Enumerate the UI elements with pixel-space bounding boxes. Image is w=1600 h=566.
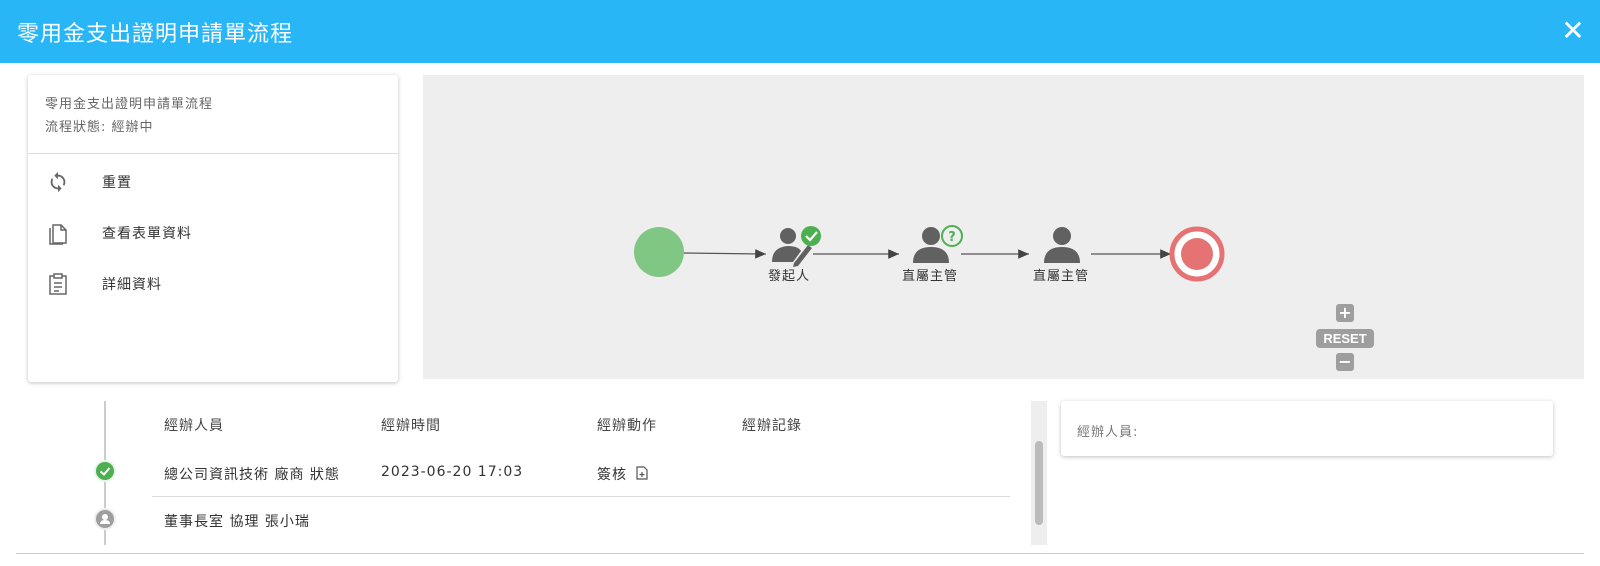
zoom-out-button[interactable]: − bbox=[1336, 353, 1354, 371]
svg-text:?: ? bbox=[948, 230, 956, 245]
history-row-handler: 總公司資訊技術 廠商 狀態 bbox=[164, 467, 340, 483]
handler-panel: 經辦人員: bbox=[1061, 401, 1553, 456]
user-edit-icon bbox=[772, 226, 821, 267]
handler-label: 經辦人員: bbox=[1077, 425, 1139, 440]
scrollbar-thumb[interactable] bbox=[1035, 441, 1043, 525]
clipboard-icon bbox=[46, 272, 70, 296]
menu-item-details[interactable]: 詳細資料 bbox=[28, 258, 398, 309]
user-icon bbox=[1044, 227, 1080, 263]
flow-connector bbox=[683, 249, 767, 259]
menu-item-reset[interactable]: 重置 bbox=[28, 156, 398, 207]
process-status: 流程狀態: 經辦中 bbox=[45, 120, 154, 135]
process-info-card: 零用金支出證明申請單流程 流程狀態: 經辦中 重置 查看表單資料 詳細資料 bbox=[28, 75, 398, 382]
dialog-titlebar: 零用金支出證明申請單流程 ✕ bbox=[0, 0, 1600, 63]
menu-item-view-form[interactable]: 查看表單資料 bbox=[28, 207, 398, 258]
menu-item-label: 重置 bbox=[102, 174, 132, 191]
menu-item-label: 詳細資料 bbox=[102, 276, 162, 293]
workflow-diagram[interactable]: ? 發起人 直屬主管 直屬主管 + RESET − bbox=[423, 75, 1584, 379]
node-label-initiator: 發起人 bbox=[767, 269, 810, 284]
column-header-handler: 經辦人員 bbox=[164, 418, 224, 434]
user-question-icon: ? bbox=[913, 225, 963, 263]
start-node bbox=[634, 227, 684, 277]
user-circle-icon bbox=[94, 508, 116, 530]
bottom-divider bbox=[16, 553, 1584, 554]
refresh-icon bbox=[46, 170, 70, 194]
history-row-action: 簽核 bbox=[597, 464, 649, 484]
process-name: 零用金支出證明申請單流程 bbox=[45, 97, 214, 112]
column-header-record: 經辦記錄 bbox=[742, 418, 802, 434]
zoom-in-button[interactable]: + bbox=[1336, 304, 1354, 322]
close-icon[interactable]: ✕ bbox=[1556, 14, 1590, 48]
history-row-handler: 董事長室 協理 張小瑞 bbox=[164, 514, 310, 530]
zoom-reset-button[interactable]: RESET bbox=[1316, 329, 1374, 348]
node-label-manager-1: 直屬主管 bbox=[901, 269, 958, 284]
dialog-content: 零用金支出證明申請單流程 流程狀態: 經辦中 重置 查看表單資料 詳細資料 ? … bbox=[16, 63, 1584, 566]
document-icon bbox=[46, 221, 70, 245]
history-scrollbar[interactable] bbox=[1031, 401, 1047, 545]
history-row-action-label: 簽核 bbox=[597, 467, 627, 483]
node-label-manager-2: 直屬主管 bbox=[1032, 269, 1089, 284]
menu-item-label: 查看表單資料 bbox=[102, 225, 192, 242]
file-add-icon[interactable] bbox=[636, 466, 649, 484]
zoom-controls: + RESET − bbox=[1316, 304, 1374, 371]
check-circle-icon bbox=[94, 460, 116, 482]
workflow-canvas: ? bbox=[634, 225, 1225, 282]
dialog-title: 零用金支出證明申請單流程 bbox=[17, 21, 294, 47]
history-timeline: 經辦人員 經辦時間 經辦動作 經辦記錄 總公司資訊技術 廠商 狀態 2023-0… bbox=[28, 401, 1052, 545]
column-header-time: 經辦時間 bbox=[381, 418, 441, 434]
column-header-action: 經辦動作 bbox=[597, 418, 657, 434]
process-info-header: 零用金支出證明申請單流程 流程狀態: 經辦中 bbox=[28, 75, 398, 154]
history-row-time: 2023-06-20 17:03 bbox=[381, 464, 524, 480]
row-divider bbox=[152, 496, 1010, 497]
